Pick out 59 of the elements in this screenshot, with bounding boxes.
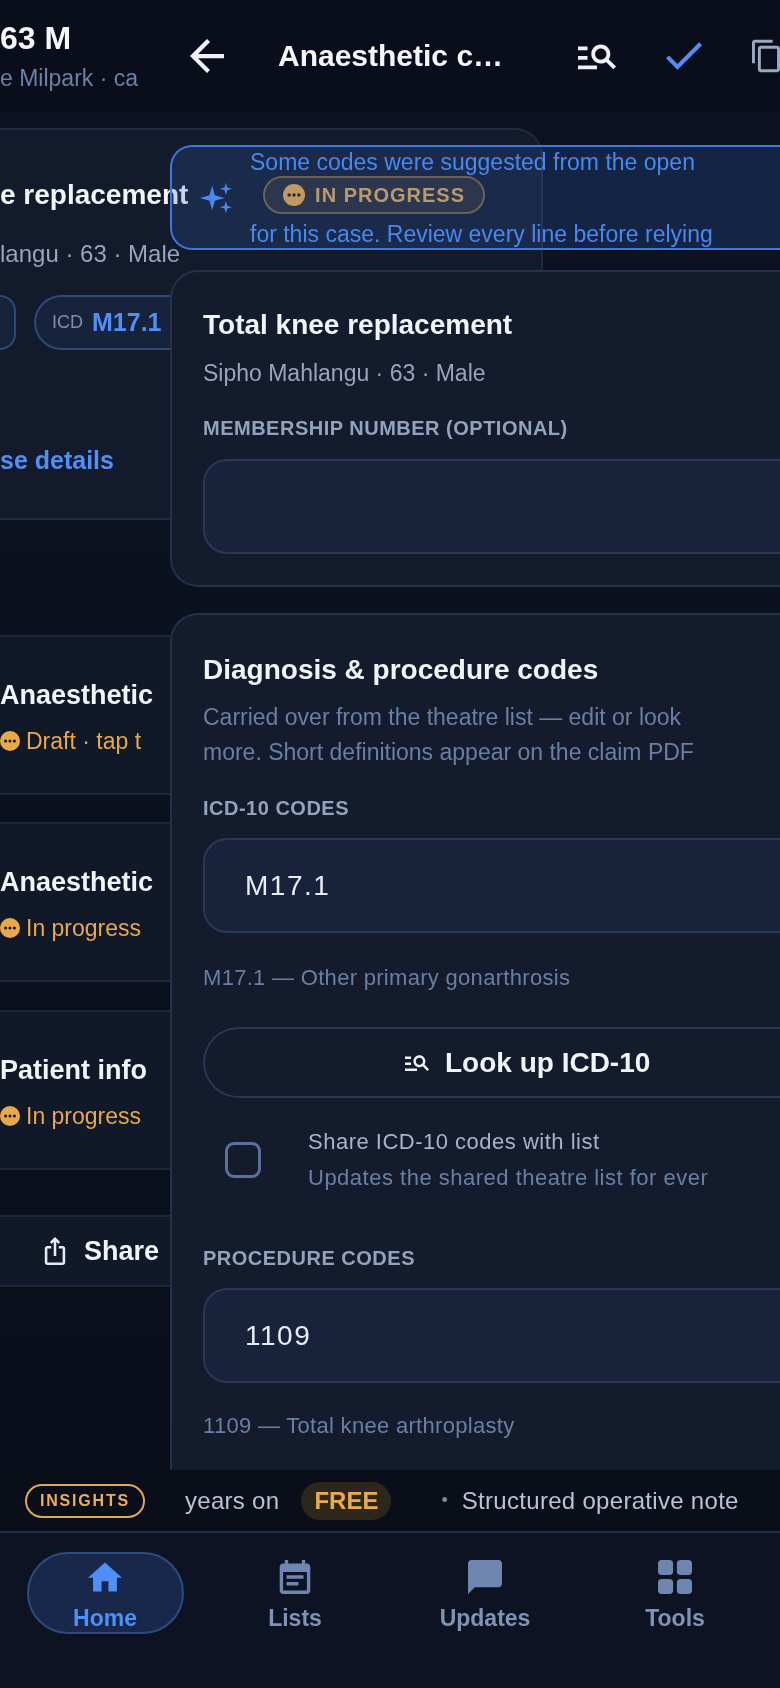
form-row[interactable]: Anaesthetic Draft · tap t [0, 635, 170, 795]
checkbox[interactable] [225, 1142, 261, 1178]
status-dot-icon [0, 1106, 20, 1126]
status-dot-icon [0, 731, 20, 751]
field-label: ICD-10 CODES [203, 796, 350, 821]
form-row[interactable]: Patient info In progress [0, 1010, 170, 1170]
status-dot-icon [283, 184, 306, 206]
card-description: Carried over from the theatre list — edit or look more. Short definitions appear on the claim PDF [203, 703, 694, 767]
copy-icon[interactable] [752, 39, 780, 73]
card-title: Diagnosis & procedure codes [203, 653, 599, 687]
form-title: Patient info [0, 1054, 147, 1087]
code-definition: 1109 — Total knee arthroplasty [203, 1412, 515, 1440]
membership-field[interactable] [203, 459, 780, 554]
grid-icon [658, 1560, 692, 1594]
suggestion-text: for this case. Review every line before relying [250, 220, 713, 247]
ticker-separator: • [441, 1490, 448, 1511]
form-title: Anaesthetic [0, 679, 154, 712]
chat-bubble-icon [468, 1560, 502, 1594]
calendar-icon [278, 1560, 312, 1594]
nav-tab[interactable]: Updates [406, 1552, 564, 1634]
home-icon [88, 1560, 122, 1594]
code-field[interactable]: M17.1 [203, 838, 780, 933]
badge-label: IN PROGRESS [315, 183, 465, 207]
ticker-text: years on [184, 1486, 280, 1515]
details-link[interactable]: se details [0, 445, 114, 475]
price-tag: FREE [301, 1481, 392, 1520]
lookup-button[interactable]: Look up ICD-10 [203, 1027, 780, 1098]
card-title: Total knee replacement [203, 308, 513, 342]
field-label: MEMBERSHIP NUMBER (OPTIONAL) [203, 416, 568, 441]
code-definition: M17.1 — Other primary gonarthrosis [203, 964, 571, 992]
screen-title: 63 M [0, 20, 72, 56]
form-row[interactable]: Anaesthetic In progress [0, 822, 170, 982]
case-subtitle: langu · 63 · Male [0, 239, 181, 269]
check-icon[interactable] [666, 42, 702, 70]
option-title: Share ICD-10 codes with list [308, 1128, 600, 1156]
form-status: In progress [26, 1102, 142, 1131]
ticker-text: Structured operative note [461, 1486, 739, 1515]
nav-tab[interactable]: Lists [216, 1552, 374, 1634]
list-search-icon [405, 1054, 429, 1071]
share-button[interactable]: Share [0, 1215, 170, 1287]
screen-subtitle: e Milpark · ca [0, 64, 139, 92]
option-description: Updates the shared theatre list for ever [308, 1164, 709, 1192]
code-field[interactable]: 1109 [203, 1288, 780, 1383]
patient-details: Sipho Mahlangu · 63 · Male [203, 359, 486, 388]
list-search-icon[interactable] [578, 42, 616, 70]
insights-badge: INSIGHTS [25, 1483, 145, 1518]
nav-tab[interactable]: Tools [596, 1552, 754, 1634]
nav-tab[interactable]: Home [26, 1552, 184, 1634]
field-label: PROCEDURE CODES [203, 1246, 415, 1271]
status-dot-icon [0, 918, 20, 938]
suggestion-text: Some codes were suggested from the open [250, 148, 695, 175]
form-status: Draft · tap t [26, 727, 142, 756]
sparkle-icon [200, 181, 232, 214]
form-title: Anaesthetic [0, 866, 154, 899]
code-chip: ICD M17.1 [34, 295, 172, 350]
form-status: In progress [26, 914, 142, 943]
share-icon [44, 1237, 66, 1265]
page-title: Anaesthetic c… [278, 39, 504, 73]
back-arrow-icon[interactable] [190, 39, 224, 73]
